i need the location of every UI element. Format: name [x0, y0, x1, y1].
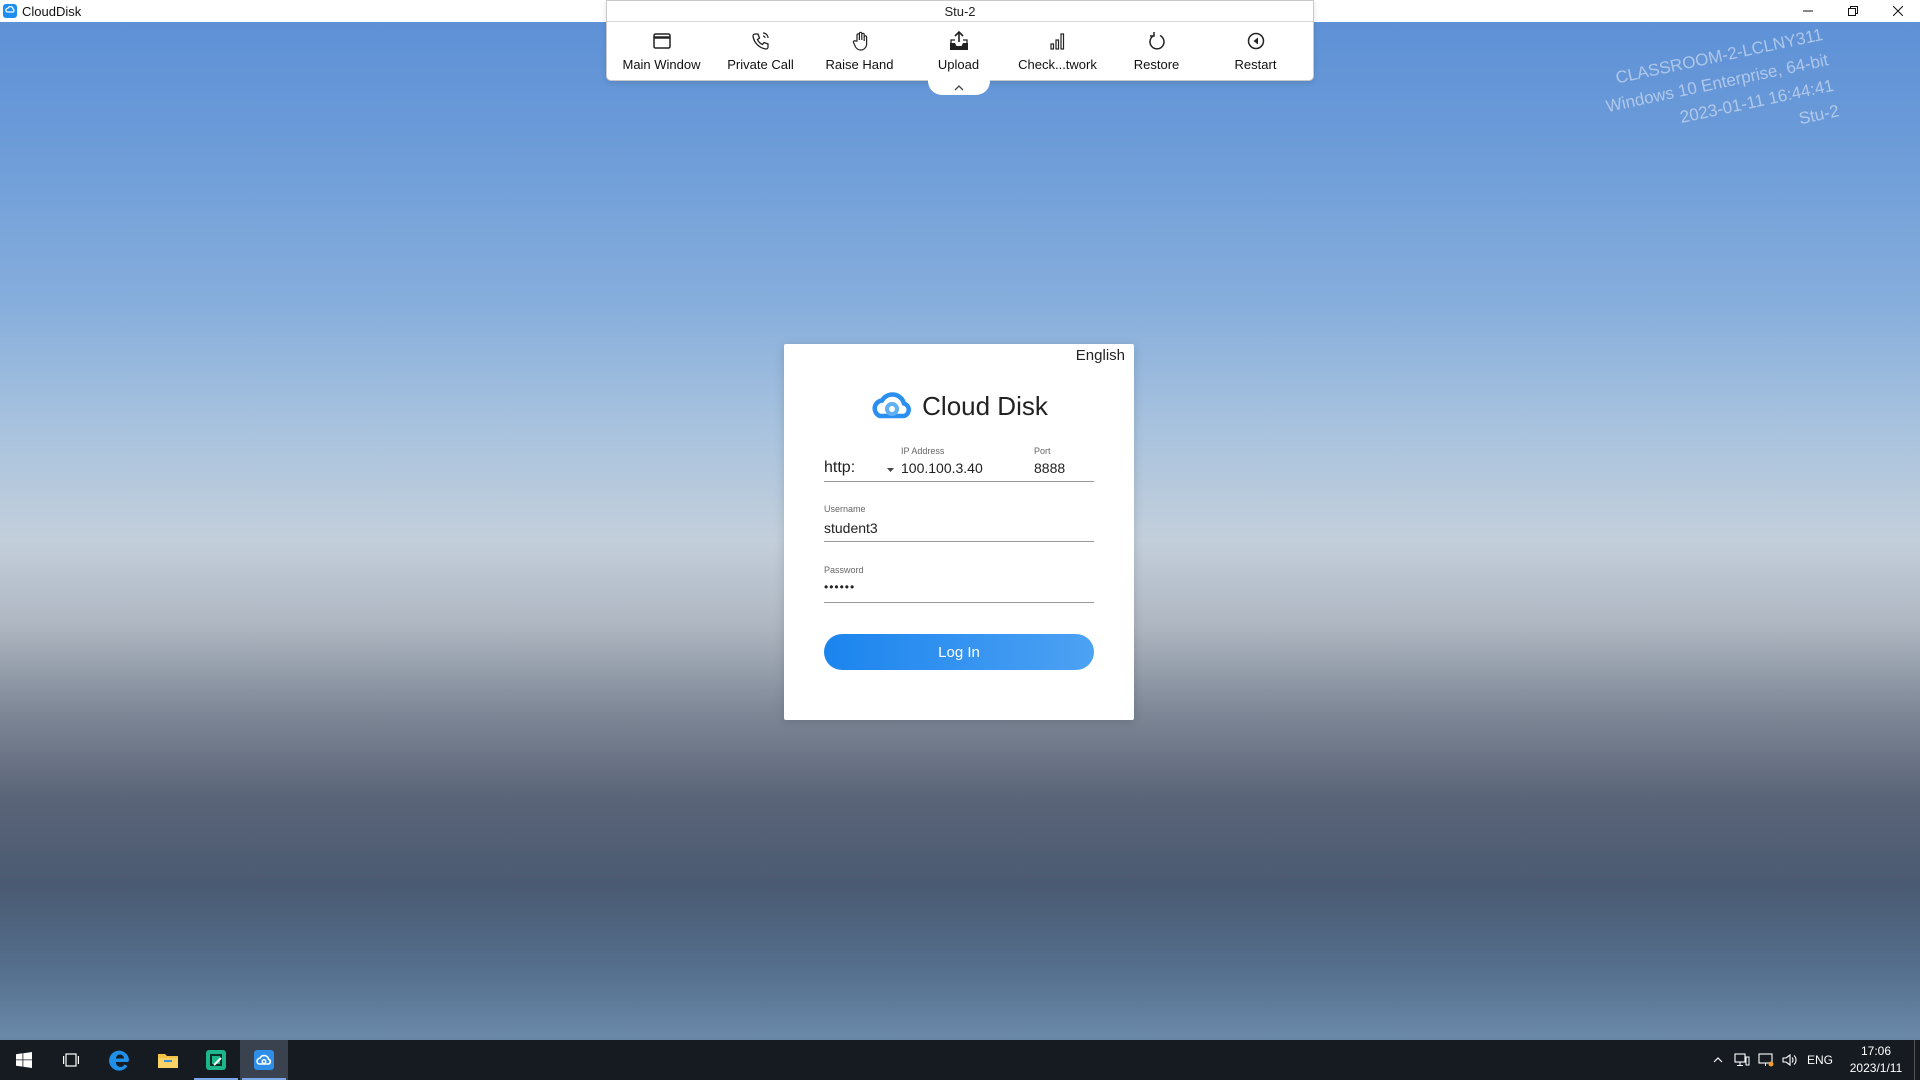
toolbar-item-label: Upload [937, 57, 980, 72]
login-dialog: English Cloud Disk http: IP Address 100.… [784, 344, 1134, 720]
port-input[interactable]: 8888 [1034, 460, 1065, 476]
network-icon [1734, 1053, 1750, 1066]
chevron-up-icon [1713, 1057, 1723, 1063]
system-watermark: CLASSROOM-2-LCLNY311 Windows 10 Enterpri… [1536, 22, 1841, 184]
login-button[interactable]: Log In [824, 634, 1094, 670]
clock-date: 2023/1/11 [1849, 1061, 1903, 1075]
toolbar-collapse-button[interactable] [928, 80, 990, 95]
floating-toolbar: Stu-2 Main Window Private Call Raise Han… [606, 0, 1314, 81]
windows-logo-icon [16, 1052, 32, 1068]
toolbar-check-network-button[interactable]: Check...twork [1008, 22, 1107, 81]
window-title: CloudDisk [22, 3, 82, 19]
system-tray: ENG 17:06 2023/1/11 [1706, 1040, 1920, 1080]
restart-icon [1247, 32, 1264, 50]
input-language-indicator[interactable]: ENG [1802, 1040, 1838, 1080]
window-icon [652, 33, 671, 49]
toolbar-restart-button[interactable]: Restart [1206, 22, 1305, 81]
toolbar-item-label: Restart [1234, 57, 1277, 72]
taskbar: ENG 17:06 2023/1/11 [0, 1040, 1920, 1080]
taskbar-file-explorer-button[interactable] [144, 1040, 192, 1080]
task-view-button[interactable] [48, 1040, 96, 1080]
username-input[interactable]: student3 [824, 520, 878, 536]
toolbar-private-call-button[interactable]: Private Call [711, 22, 810, 81]
clouddisk-icon [254, 1050, 274, 1070]
folder-icon [158, 1054, 178, 1068]
restore-window-button[interactable] [1830, 0, 1875, 22]
toolbar-item-label: Private Call [727, 57, 794, 72]
server-row-underline [824, 481, 1094, 482]
ip-address-input[interactable]: 100.100.3.40 [901, 460, 983, 476]
toolbar-item-label: Raise Hand [825, 57, 894, 72]
refresh-icon [1148, 32, 1165, 50]
signal-bars-icon [1049, 33, 1064, 50]
classroom-app-icon [206, 1050, 226, 1070]
chevron-up-icon [954, 84, 964, 90]
restore-window-icon [1847, 6, 1858, 16]
password-underline [824, 602, 1094, 603]
taskbar-clouddisk-button[interactable] [240, 1040, 288, 1080]
toolbar-item-label: Restore [1133, 57, 1180, 72]
toolbar-item-label: Main Window [622, 57, 701, 72]
monitor-warning-icon [1758, 1053, 1774, 1067]
show-hidden-icons-button[interactable] [1706, 1040, 1730, 1080]
toolbar-title: Stu-2 [607, 1, 1313, 22]
tray-network-button[interactable] [1730, 1040, 1754, 1080]
brand-header: Cloud Disk [784, 386, 1134, 426]
language-selector[interactable]: English [1076, 347, 1125, 364]
toolbar-item-label: Check...twork [1018, 57, 1097, 72]
tray-volume-button[interactable] [1778, 1040, 1802, 1080]
toolbar-main-window-button[interactable]: Main Window [612, 22, 711, 81]
username-underline [824, 541, 1094, 542]
username-label: Username [824, 504, 866, 514]
password-label: Password [824, 565, 864, 575]
port-label: Port [1034, 446, 1051, 456]
clouddisk-icon [3, 4, 17, 18]
cloud-disk-logo-icon [872, 392, 912, 419]
password-input[interactable]: •••••• [824, 580, 855, 594]
show-desktop-button[interactable] [1914, 1040, 1920, 1080]
brand-name: Cloud Disk [922, 390, 1048, 421]
protocol-select[interactable]: http: [824, 459, 855, 477]
toolbar-raise-hand-button[interactable]: Raise Hand [810, 22, 909, 81]
clock-time: 17:06 [1860, 1044, 1892, 1058]
chevron-down-icon[interactable] [887, 468, 894, 473]
hand-icon [852, 31, 867, 51]
upload-icon [949, 30, 968, 50]
phone-icon [751, 32, 769, 50]
toolbar-restore-button[interactable]: Restore [1107, 22, 1206, 81]
toolbar-upload-button[interactable]: Upload [909, 22, 1008, 81]
close-button[interactable] [1875, 0, 1920, 22]
taskbar-classroom-app-button[interactable] [192, 1040, 240, 1080]
speaker-icon [1782, 1053, 1797, 1067]
taskbar-clock[interactable]: 17:06 2023/1/11 [1838, 1043, 1914, 1077]
ip-address-label: IP Address [901, 446, 945, 456]
taskbar-edge-button[interactable] [96, 1040, 144, 1080]
start-button[interactable] [0, 1040, 48, 1080]
tray-monitor-button[interactable] [1754, 1040, 1778, 1080]
close-icon [1892, 6, 1903, 16]
minimize-icon [1802, 10, 1813, 12]
minimize-button[interactable] [1785, 0, 1830, 22]
task-view-icon [63, 1053, 79, 1067]
edge-browser-icon [109, 1050, 129, 1071]
